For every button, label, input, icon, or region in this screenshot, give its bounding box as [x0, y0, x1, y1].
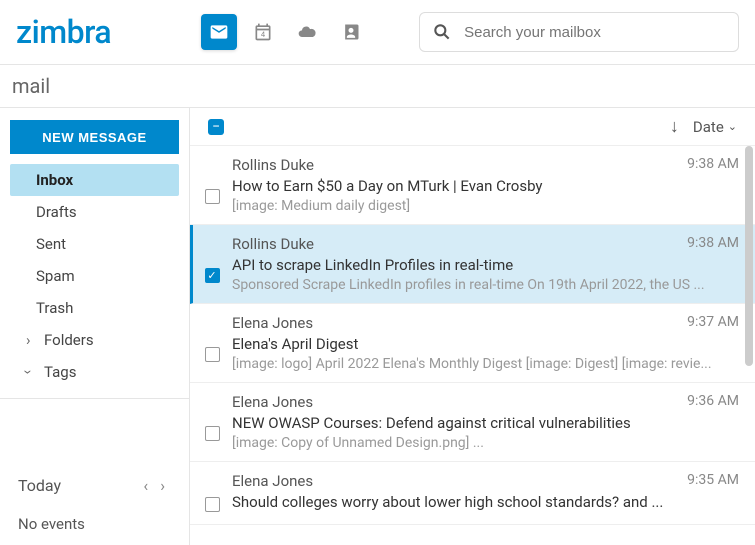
- folder-drafts[interactable]: Drafts: [10, 196, 179, 228]
- folder-label: Folders: [44, 331, 94, 349]
- sidebar: NEW MESSAGE Inbox Drafts Sent Spam Trash…: [0, 108, 190, 545]
- folder-spam[interactable]: Spam: [10, 260, 179, 292]
- message-checkbox[interactable]: [198, 314, 226, 372]
- cloud-app-icon[interactable]: [289, 14, 325, 50]
- app-header: zimbra 4: [0, 0, 755, 65]
- scrollbar-thumb[interactable]: [745, 146, 753, 366]
- message-content: Elena Jones 9:35 AM Should colleges worry …: [226, 472, 739, 514]
- message-checkbox[interactable]: ✓: [198, 235, 226, 293]
- message-time: 9:38 AM: [687, 156, 739, 174]
- svg-text:4: 4: [261, 30, 266, 39]
- divider: [0, 398, 189, 399]
- message-from: Rollins Duke: [232, 156, 314, 174]
- message-subject: Should colleges worry about lower high s…: [232, 493, 739, 511]
- message-subject: API to scrape LinkedIn Profiles in real-…: [232, 256, 739, 274]
- message-checkbox[interactable]: [198, 393, 226, 451]
- search-icon: [432, 22, 452, 42]
- contacts-app-icon[interactable]: [333, 14, 369, 50]
- message-subject: NEW OWASP Courses: Defend against critic…: [232, 414, 739, 432]
- message-row[interactable]: Elena Jones 9:35 AM Should colleges worry …: [190, 462, 755, 525]
- message-list: − ↓ Date ⌄ Rollins Duke 9:38 AM How to Ear…: [190, 108, 755, 545]
- message-content: Elena Jones 9:36 AM NEW OWASP Courses: Def…: [226, 393, 739, 451]
- message-row[interactable]: Rollins Duke 9:38 AM How to Earn $50 a Day…: [190, 146, 755, 225]
- message-preview: [image: Medium daily digest]: [232, 198, 739, 214]
- mail-app-icon[interactable]: [201, 14, 237, 50]
- calendar-next-icon[interactable]: ›: [160, 476, 165, 495]
- chevron-right-icon: ›: [26, 331, 31, 349]
- message-row[interactable]: Elena Jones 9:36 AM NEW OWASP Courses: Def…: [190, 383, 755, 462]
- calendar-no-events: No events: [18, 515, 171, 533]
- view-title: mail: [12, 74, 50, 98]
- message-content: Rollins Duke 9:38 AM How to Earn $50 a Day…: [226, 156, 739, 214]
- message-time: 9:37 AM: [687, 314, 739, 332]
- calendar-today-label: Today: [18, 476, 61, 495]
- folder-tags[interactable]: › Tags: [10, 356, 179, 388]
- sort-label: Date: [693, 118, 724, 136]
- calendar-panel: Today ‹ › No events: [10, 456, 179, 545]
- message-preview: Sponsored Scrape LinkedIn profiles in re…: [232, 277, 739, 293]
- new-message-button[interactable]: NEW MESSAGE: [10, 120, 179, 154]
- app-switcher: 4: [201, 14, 369, 50]
- calendar-app-icon[interactable]: 4: [245, 14, 281, 50]
- message-from: Elena Jones: [232, 314, 313, 332]
- folder-sent[interactable]: Sent: [10, 228, 179, 260]
- message-checkbox[interactable]: [198, 156, 226, 214]
- message-from: Elena Jones: [232, 472, 313, 490]
- folder-label: Tags: [44, 363, 76, 381]
- folder-label: Drafts: [36, 203, 77, 221]
- view-title-bar: mail: [0, 65, 755, 108]
- search-input[interactable]: [464, 24, 726, 41]
- message-time: 9:38 AM: [687, 235, 739, 253]
- sort-direction-icon[interactable]: ↓: [670, 116, 679, 137]
- sort-button[interactable]: Date ⌄: [693, 118, 737, 136]
- message-time: 9:36 AM: [687, 393, 739, 411]
- folder-inbox[interactable]: Inbox: [10, 164, 179, 196]
- folder-folders[interactable]: › Folders: [10, 324, 179, 356]
- message-preview: [image: Copy of Unnamed Design.png] ...: [232, 435, 739, 451]
- message-content: Rollins Duke 9:38 AM API to scrape LinkedI…: [226, 235, 739, 293]
- folder-label: Trash: [36, 299, 73, 317]
- message-subject: Elena's April Digest: [232, 335, 739, 353]
- chevron-down-icon: ›: [19, 370, 37, 375]
- collapse-all-icon[interactable]: −: [208, 119, 224, 135]
- message-row[interactable]: ✓ Rollins Duke 9:38 AM API to scrape Linked…: [190, 225, 755, 304]
- calendar-prev-icon[interactable]: ‹: [143, 476, 148, 495]
- message-from: Rollins Duke: [232, 235, 314, 253]
- folder-label: Sent: [36, 235, 66, 253]
- message-subject: How to Earn $50 a Day on MTurk | Evan Cr…: [232, 177, 739, 195]
- message-checkbox[interactable]: [198, 472, 226, 514]
- folder-trash[interactable]: Trash: [10, 292, 179, 324]
- message-from: Elena Jones: [232, 393, 313, 411]
- search-box[interactable]: [419, 12, 739, 52]
- message-time: 9:35 AM: [687, 472, 739, 490]
- chevron-down-icon: ⌄: [728, 120, 737, 133]
- message-preview: [image: logo] April 2022 Elena's Monthly…: [232, 356, 739, 372]
- logo: zimbra: [16, 13, 111, 51]
- message-row[interactable]: Elena Jones 9:37 AM Elena's April Digest [i…: [190, 304, 755, 383]
- list-toolbar: − ↓ Date ⌄: [190, 108, 755, 146]
- folder-label: Spam: [36, 267, 75, 285]
- folder-label: Inbox: [36, 171, 73, 189]
- message-content: Elena Jones 9:37 AM Elena's April Digest [i…: [226, 314, 739, 372]
